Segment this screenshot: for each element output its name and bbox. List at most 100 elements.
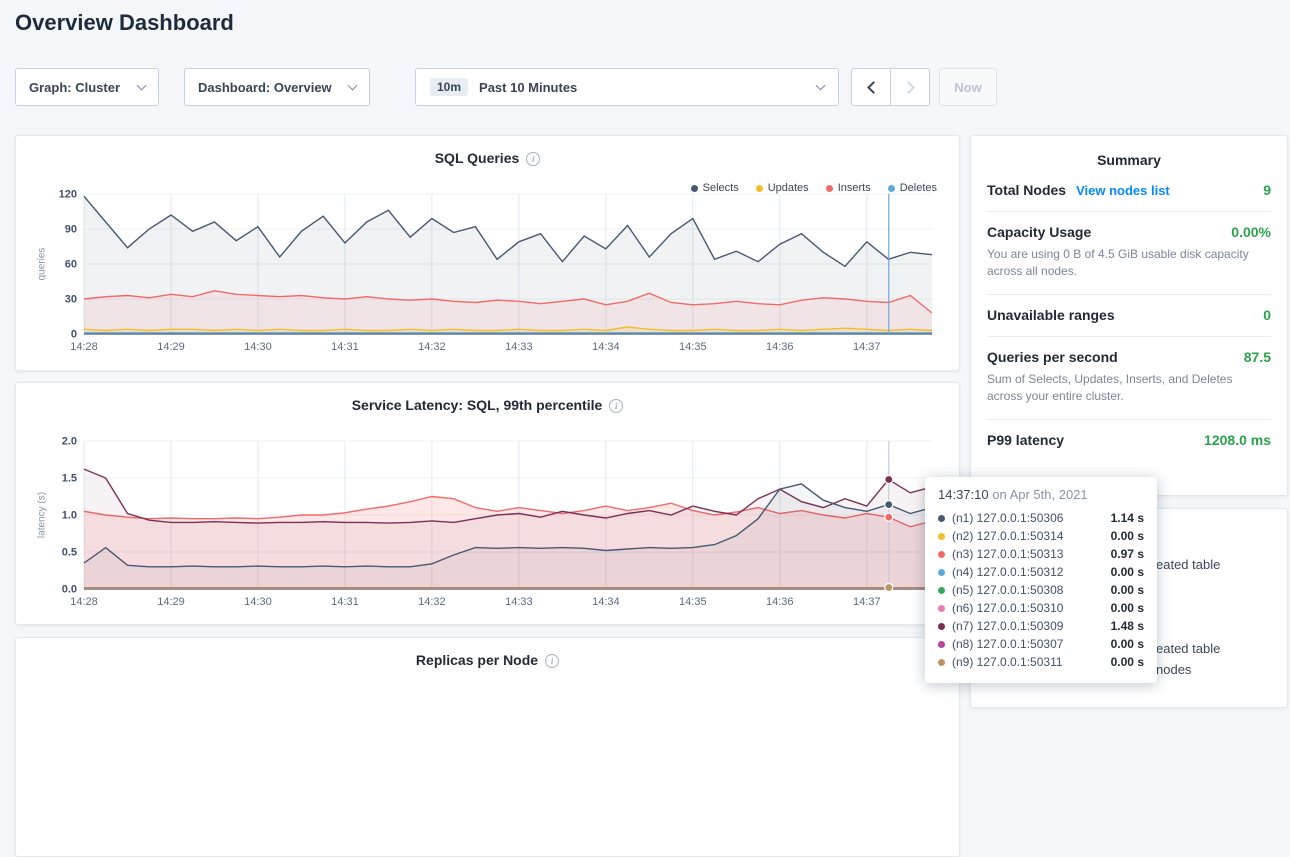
- node-color-dot-icon: [938, 623, 945, 630]
- summary-description: You are using 0 B of 4.5 GiB usable disk…: [987, 246, 1271, 281]
- tooltip-node: (n1) 127.0.0.1:50306: [952, 511, 1063, 525]
- time-next-button[interactable]: [890, 68, 930, 106]
- service-latency-panel: Service Latency: SQL, 99th percentilei l…: [15, 382, 960, 625]
- svg-text:30: 30: [65, 294, 77, 306]
- tooltip-value: 0.00 s: [1111, 529, 1144, 543]
- info-icon[interactable]: i: [545, 654, 559, 668]
- node-color-dot-icon: [938, 641, 945, 648]
- summary-value: 1208.0 ms: [1204, 432, 1271, 448]
- summary-panel: Summary Total Nodes View nodes list 9 Ca…: [970, 135, 1288, 496]
- chevron-down-icon: [137, 81, 147, 91]
- summary-row-queries-per-second: Queries per second 87.5 Sum of Selects, …: [987, 337, 1271, 420]
- tooltip-value: 0.00 s: [1111, 601, 1144, 615]
- node-color-dot-icon: [938, 587, 945, 594]
- summary-label: Unavailable ranges: [987, 307, 1115, 323]
- replicas-per-node-panel: Replicas per Node i: [15, 637, 960, 857]
- graph-dropdown[interactable]: Graph: Cluster: [15, 68, 159, 106]
- tooltip-node: (n4) 127.0.0.1:50312: [952, 565, 1063, 579]
- tooltip-time: 14:37:10: [938, 487, 989, 502]
- svg-text:14:37: 14:37: [853, 596, 881, 608]
- chart-title-text: Replicas per Node: [416, 652, 538, 668]
- svg-text:14:33: 14:33: [505, 596, 533, 608]
- svg-text:14:34: 14:34: [592, 341, 620, 353]
- tooltip-value: 0.00 s: [1111, 583, 1144, 597]
- summary-row-capacity-usage: Capacity Usage 0.00% You are using 0 B o…: [987, 212, 1271, 295]
- svg-text:120: 120: [59, 189, 77, 201]
- svg-text:14:28: 14:28: [70, 596, 98, 608]
- svg-text:14:31: 14:31: [331, 596, 359, 608]
- tooltip-row: (n5) 127.0.0.1:50308 0.00 s: [938, 581, 1144, 599]
- svg-text:14:32: 14:32: [418, 341, 446, 353]
- tooltip-row: (n9) 127.0.0.1:50311 0.00 s: [938, 653, 1144, 671]
- time-range-badge: 10m: [430, 78, 468, 96]
- summary-row-unavailable-ranges: Unavailable ranges 0: [987, 295, 1271, 337]
- event-item[interactable]: eated table: [1156, 641, 1220, 656]
- svg-text:14:35: 14:35: [679, 596, 707, 608]
- event-item[interactable]: nodes: [1156, 662, 1191, 677]
- summary-label: Queries per second: [987, 349, 1118, 365]
- svg-text:14:29: 14:29: [157, 596, 185, 608]
- tooltip-row: (n4) 127.0.0.1:50312 0.00 s: [938, 563, 1144, 581]
- tooltip-row: (n3) 127.0.0.1:503130.97 s: [938, 545, 1144, 563]
- chart-title: Service Latency: SQL, 99th percentile i: [16, 383, 959, 413]
- svg-text:0.5: 0.5: [62, 547, 77, 559]
- svg-text:14:35: 14:35: [679, 341, 707, 353]
- svg-text:0.0: 0.0: [62, 584, 77, 596]
- summary-value: 87.5: [1244, 349, 1271, 365]
- svg-text:14:36: 14:36: [766, 341, 794, 353]
- dashboard-dropdown[interactable]: Dashboard: Overview: [184, 68, 370, 106]
- summary-value: 0: [1263, 307, 1271, 323]
- sql-queries-chart[interactable]: 030609012014:2814:2914:3014:3114:3214:33…: [28, 186, 948, 360]
- chart-title: SQL Queriesi: [16, 136, 959, 166]
- svg-text:14:36: 14:36: [766, 596, 794, 608]
- now-button[interactable]: Now: [939, 68, 997, 106]
- tooltip-node: (n2) 127.0.0.1:50314: [952, 529, 1063, 543]
- info-icon[interactable]: i: [526, 152, 540, 166]
- svg-text:60: 60: [65, 259, 77, 271]
- tooltip-value: 0.97 s: [1111, 547, 1144, 561]
- node-color-dot-icon: [938, 659, 945, 666]
- tooltip-row: (n6) 127.0.0.1:503100.00 s: [938, 599, 1144, 617]
- svg-text:1.0: 1.0: [62, 510, 77, 522]
- chevron-down-icon: [816, 81, 826, 91]
- summary-row-total-nodes: Total Nodes View nodes list 9: [987, 170, 1271, 212]
- tooltip-value: 1.48 s: [1111, 619, 1144, 633]
- tooltip-row: (n1) 127.0.0.1:50306 1.14 s: [938, 509, 1144, 527]
- event-item[interactable]: eated table: [1156, 557, 1220, 572]
- node-color-dot-icon: [938, 605, 945, 612]
- tooltip-value: 1.14 s: [1111, 511, 1144, 525]
- tooltip-node: (n7) 127.0.0.1:50309: [952, 619, 1063, 633]
- summary-label: P99 latency: [987, 432, 1064, 448]
- chart-hover-tooltip: 14:37:10 on Apr 5th, 2021 (n1) 127.0.0.1…: [925, 477, 1157, 683]
- time-range-select[interactable]: 10m Past 10 Minutes: [415, 68, 839, 106]
- svg-text:14:31: 14:31: [331, 341, 359, 353]
- tooltip-node: (n8) 127.0.0.1:50307: [952, 637, 1063, 651]
- sql-queries-panel: SQL Queriesi SelectsUpdatesInsertsDelete…: [15, 135, 960, 371]
- view-nodes-list-link[interactable]: View nodes list: [1076, 183, 1170, 198]
- tooltip-value: 0.00 s: [1111, 565, 1144, 579]
- chart-title-text: Service Latency: SQL, 99th percentile: [352, 397, 603, 413]
- tooltip-node: (n5) 127.0.0.1:50308: [952, 583, 1063, 597]
- time-prev-button[interactable]: [851, 68, 891, 106]
- tooltip-date: on Apr 5th, 2021: [989, 487, 1088, 502]
- svg-text:2.0: 2.0: [62, 436, 77, 448]
- svg-text:14:30: 14:30: [244, 341, 272, 353]
- summary-value: 9: [1263, 182, 1271, 198]
- summary-value: 0.00%: [1231, 224, 1271, 240]
- summary-title: Summary: [971, 136, 1287, 170]
- summary-row-p99-latency: P99 latency 1208.0 ms: [987, 420, 1271, 461]
- tooltip-node: (n9) 127.0.0.1:50311: [952, 655, 1063, 669]
- svg-text:14:29: 14:29: [157, 341, 185, 353]
- chevron-right-icon: [902, 81, 915, 94]
- svg-text:14:32: 14:32: [418, 596, 446, 608]
- tooltip-row: (n7) 127.0.0.1:50309 1.48 s: [938, 617, 1144, 635]
- info-icon[interactable]: i: [609, 399, 623, 413]
- svg-text:0: 0: [71, 329, 77, 341]
- svg-text:14:28: 14:28: [70, 341, 98, 353]
- svg-text:14:34: 14:34: [592, 596, 620, 608]
- chevron-down-icon: [348, 81, 358, 91]
- tooltip-value: 0.00 s: [1111, 637, 1144, 651]
- svg-text:14:33: 14:33: [505, 341, 533, 353]
- service-latency-chart[interactable]: 0.00.51.01.52.014:2814:2914:3014:3114:32…: [28, 433, 948, 615]
- tooltip-value: 0.00 s: [1111, 655, 1144, 669]
